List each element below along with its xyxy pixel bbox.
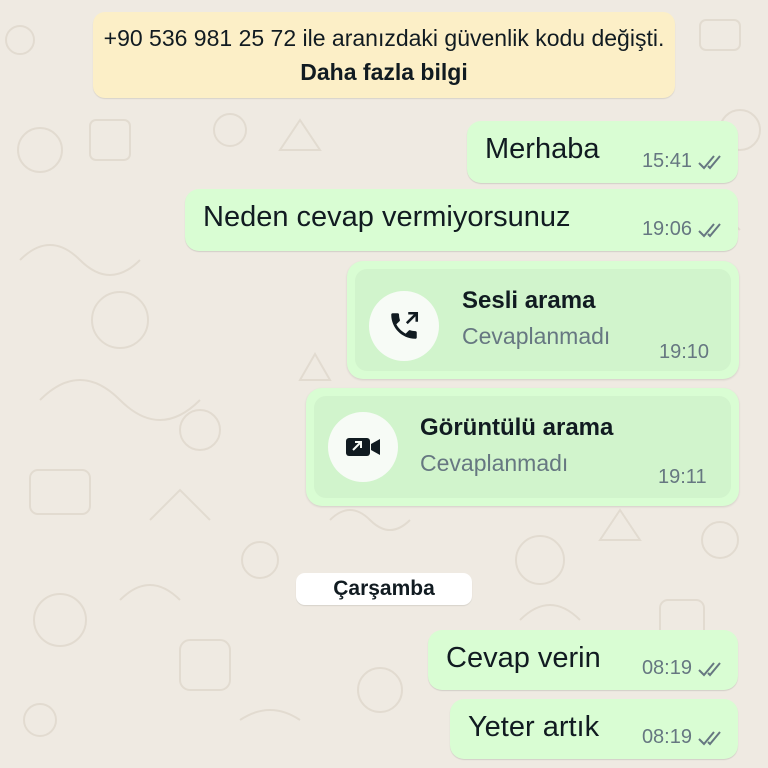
call-time: 19:10 <box>659 341 710 363</box>
date-separator: Çarşamba <box>296 573 472 605</box>
message-text: Neden cevap vermiyorsunuz <box>203 201 571 233</box>
learn-more-link[interactable]: Daha fazla bilgi <box>300 59 467 85</box>
read-double-check-icon <box>698 222 721 237</box>
message-text: Merhaba <box>485 133 600 165</box>
message-text: Yeter artık <box>468 711 600 743</box>
notice-text: +90 536 981 25 72 ile aranızdaki güvenli… <box>103 25 665 51</box>
read-double-check-icon <box>698 661 721 676</box>
call-title: Görüntülü arama <box>420 414 614 441</box>
security-code-notice: +90 536 981 25 72 ile aranızdaki güvenli… <box>93 12 675 98</box>
message-time: 15:41 <box>641 150 692 172</box>
call-time: 19:11 <box>658 466 707 488</box>
read-double-check-icon <box>698 154 721 169</box>
outgoing-message[interactable]: Neden cevap vermiyorsunuz 19:06 <box>185 189 738 251</box>
outgoing-message[interactable]: Merhaba 15:41 <box>467 121 738 183</box>
missed-video-call-bubble[interactable]: Görüntülü arama Cevaplanmadı 19:11 <box>306 388 739 506</box>
call-title: Sesli arama <box>462 287 596 314</box>
missed-voice-call-bubble[interactable]: Sesli arama Cevaplanmadı 19:10 <box>347 261 739 379</box>
message-time: 08:19 <box>641 657 692 679</box>
read-double-check-icon <box>698 730 721 745</box>
message-time: 08:19 <box>641 726 692 748</box>
message-time: 19:06 <box>641 218 692 240</box>
outgoing-message[interactable]: Yeter artık 08:19 <box>450 699 738 759</box>
video-call-icon <box>328 412 398 482</box>
call-status: Cevaplanmadı <box>462 323 611 349</box>
call-status: Cevaplanmadı <box>420 450 569 476</box>
message-text: Cevap verin <box>446 642 601 674</box>
outgoing-voice-call-icon <box>369 291 439 361</box>
outgoing-message[interactable]: Cevap verin 08:19 <box>428 630 738 690</box>
